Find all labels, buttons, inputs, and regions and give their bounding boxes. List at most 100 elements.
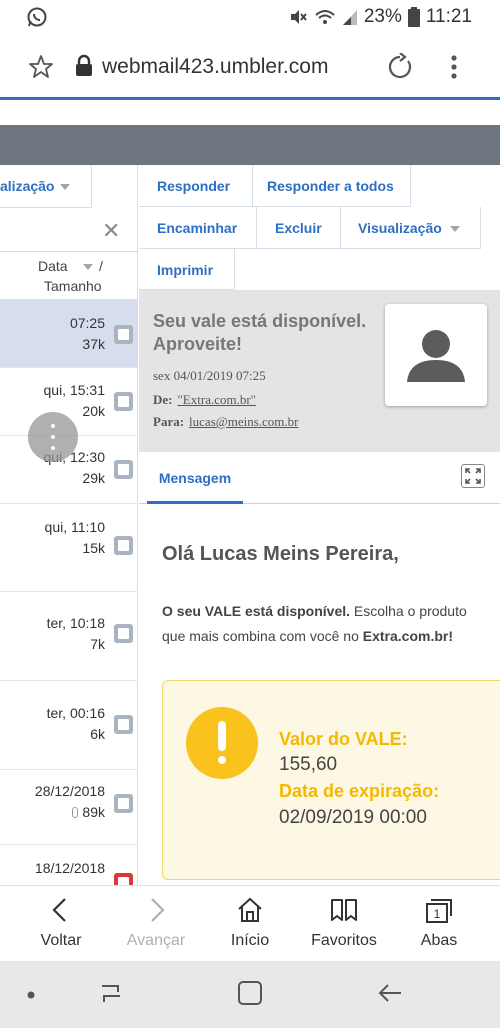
close-icon[interactable]: ✕ [102,218,120,244]
exclamation-icon [186,707,258,779]
flag-icon[interactable] [114,873,133,885]
body-paragraph: O seu VALE está disponível. Escolha o pr… [162,599,500,649]
body-bold-1: O seu VALE está disponível. [162,603,351,619]
reply-all-button[interactable]: Responder a todos [253,165,411,207]
reply-button[interactable]: Responder [139,165,253,207]
message-row[interactable]: 28/12/2018 89k [0,770,138,845]
message-size: 89k [72,804,105,820]
message-to: Para: lucas@meins.com.br [153,414,299,430]
tabs-label: Abas [420,932,458,949]
view-menu-button[interactable]: Visualização [341,207,481,249]
home-button[interactable]: Início [200,886,300,962]
recent-apps-icon[interactable] [98,980,124,1008]
system-nav-bar [0,961,500,1028]
message-header: Seu vale está disponível. Aproveite! sex… [139,290,500,452]
forward-label: Avançar [126,932,186,949]
body-bold-2: Extra.com.br! [362,628,454,644]
mute-icon [290,10,307,24]
message-date: sex 04/01/2019 07:25 [153,368,266,383]
home-square-icon[interactable] [236,979,264,1007]
sender-avatar [385,304,487,406]
dot-icon[interactable] [26,990,36,1000]
to-link[interactable]: lucas@meins.com.br [189,414,298,429]
voucher-box: Valor do VALE: 155,60 Data de expiração:… [162,680,500,880]
message-subject: Seu vale está disponível. Aproveite! [153,311,367,354]
tab-count: 1 [434,907,441,921]
wifi-icon [315,10,335,24]
forward-nav-button[interactable]: Avançar [106,886,206,962]
tab-message[interactable]: Mensagem [147,452,243,504]
url-field[interactable]: webmail423.umbler.com [102,55,328,79]
message-row[interactable]: 07:25 37k [0,300,138,368]
chevron-down-icon [449,226,460,233]
body-text-2: que mais combina com você no [162,628,363,644]
list-view-menu[interactable]: alização [0,165,92,208]
message-date: 28/12/2018 [34,783,105,799]
flag-icon[interactable] [114,536,133,555]
flag-icon[interactable] [114,715,133,734]
favorites-button[interactable]: Favoritos [294,886,394,962]
message-row[interactable]: ter, 00:16 6k [0,681,138,770]
forward-button[interactable]: Encaminhar [139,207,257,249]
column-size[interactable]: Tamanho [44,278,102,294]
back-label: Voltar [40,932,82,949]
attachment-icon [72,807,79,818]
favorites-label: Favoritos [311,932,377,949]
back-button[interactable]: Voltar [11,886,111,962]
flag-icon[interactable] [114,794,133,813]
list-search-bar[interactable]: ✕ [0,208,138,252]
home-icon [238,897,262,922]
flag-icon[interactable] [114,392,133,411]
reading-pane: Responder Responder a todos Encaminhar E… [139,165,500,885]
message-date: qui, 15:31 [43,382,106,398]
message-row[interactable]: qui, 11:10 15k [0,504,138,592]
back-arrow-icon[interactable] [376,979,404,1007]
reload-icon[interactable] [386,53,414,81]
expiry-value: 02/09/2019 00:00 [279,807,427,828]
chevron-left-icon [52,898,66,922]
whatsapp-icon [27,7,47,27]
signal-icon [342,10,357,25]
delete-button[interactable]: Excluir [257,207,341,249]
message-date: ter, 00:16 [46,705,105,721]
message-list-pane: alização ✕ Data / Tamanho 07:25 37k qui,… [0,165,138,885]
sort-down-icon[interactable] [83,264,93,270]
star-icon[interactable] [28,54,54,80]
browser-url-bar: webmail423.umbler.com [0,34,500,100]
chevron-right-icon [151,898,165,922]
message-date: ter, 10:18 [46,615,105,631]
lock-icon [76,54,92,76]
battery-percent: 23% [363,6,402,27]
dot-icon [51,446,55,450]
clock: 11:21 [425,6,472,27]
message-date: 18/12/2018 [34,860,105,876]
column-date[interactable]: Data [38,258,68,274]
status-right: 23% 11:21 [288,6,472,28]
message-date: qui, 11:10 [44,519,105,535]
list-column-header[interactable]: Data / Tamanho [0,252,138,300]
flag-icon[interactable] [114,624,133,643]
home-label: Início [230,932,270,949]
view-menu-label: Visualização [358,220,442,236]
voucher-value: 155,60 [279,754,338,775]
from-link[interactable]: "Extra.com.br" [178,392,256,407]
fullscreen-icon[interactable] [461,464,485,488]
message-row[interactable]: 18/12/2018 [0,845,138,885]
status-bar: 23% 11:21 [0,0,500,34]
more-menu-icon[interactable] [446,52,462,82]
list-view-label: alização [0,178,55,194]
flag-icon[interactable] [114,460,133,479]
message-tabs: Mensagem [139,452,500,504]
chevron-down-icon [60,184,71,191]
flag-icon[interactable] [114,325,133,344]
print-button[interactable]: Imprimir [139,249,235,290]
from-label: De: [153,392,173,407]
message-size: 29k [82,470,105,486]
floating-more-button[interactable] [28,412,78,462]
tabs-button[interactable]: 1 Abas [389,886,489,962]
message-size: 20k [82,403,105,419]
tabs-icon: 1 [426,899,452,923]
voucher-value-label: Valor do VALE: [279,729,408,749]
message-row[interactable]: ter, 10:18 7k [0,592,138,681]
message-size-value: 89k [82,804,105,820]
